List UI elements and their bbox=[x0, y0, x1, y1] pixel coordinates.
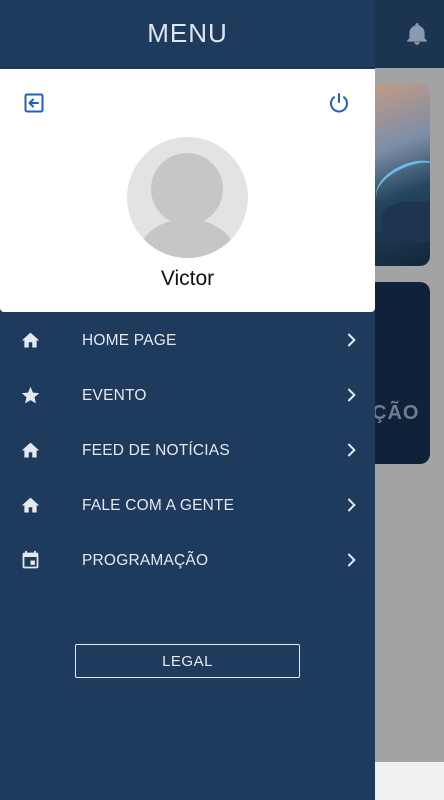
menu-item-programacao[interactable]: PROGRAMAÇÃO bbox=[0, 533, 375, 588]
legal-button[interactable]: LEGAL bbox=[75, 644, 300, 678]
logout-icon[interactable] bbox=[22, 91, 46, 115]
profile-card: Victor bbox=[0, 69, 375, 312]
chevron-right-icon bbox=[347, 333, 356, 347]
menu-item-label: EVENTO bbox=[82, 386, 147, 404]
chevron-right-icon bbox=[347, 498, 356, 512]
drawer-title: MENU bbox=[147, 18, 228, 48]
background-event-image-card bbox=[366, 84, 430, 266]
menu-item-evento[interactable]: EVENTO bbox=[0, 368, 375, 423]
menu-item-feed-de-noticias[interactable]: FEED DE NOTÍCIAS bbox=[0, 423, 375, 478]
home-icon bbox=[21, 332, 40, 348]
drawer-header: MENU bbox=[0, 0, 375, 68]
menu-item-fale-com-a-gente[interactable]: FALE COM A GENTE bbox=[0, 478, 375, 533]
power-icon[interactable] bbox=[327, 91, 351, 115]
menu-list: HOME PAGE EVENTO FEED DE NOTÍCIAS FALE C… bbox=[0, 313, 375, 588]
chevron-right-icon bbox=[347, 388, 356, 402]
chevron-right-icon bbox=[347, 443, 356, 457]
bell-icon[interactable] bbox=[404, 20, 430, 48]
menu-item-label: PROGRAMAÇÃO bbox=[82, 551, 209, 569]
navigation-drawer: MENU Victor HOME PAGE EVENTO FEED DE NOT… bbox=[0, 0, 375, 800]
avatar bbox=[127, 137, 248, 258]
home-icon bbox=[21, 442, 40, 458]
background-programacao-card: ÇÃO bbox=[366, 282, 430, 464]
background-bottom-bar bbox=[366, 762, 444, 800]
menu-item-label: FEED DE NOTÍCIAS bbox=[82, 441, 230, 459]
user-name: Victor bbox=[160, 267, 215, 290]
chevron-right-icon bbox=[347, 553, 356, 567]
menu-item-label: FALE COM A GENTE bbox=[82, 496, 235, 514]
star-icon bbox=[21, 386, 40, 404]
menu-item-home-page[interactable]: HOME PAGE bbox=[0, 313, 375, 368]
home-icon bbox=[21, 497, 40, 513]
menu-item-label: HOME PAGE bbox=[82, 331, 177, 349]
calendar-icon bbox=[22, 550, 39, 569]
background-card-partial-text: ÇÃO bbox=[372, 402, 420, 424]
